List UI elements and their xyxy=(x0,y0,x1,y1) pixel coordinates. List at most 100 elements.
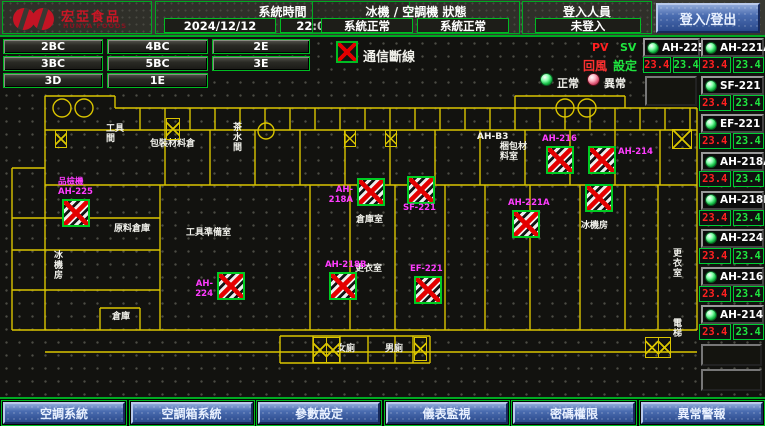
unit-value-pair-EF-221: 23.423.4 xyxy=(699,133,764,149)
device-label: AH-224 xyxy=(179,280,213,299)
device-label: AH-221A xyxy=(508,199,550,209)
chiller-status-field: 系統正常 xyxy=(321,18,413,33)
unit-button-AH-218A[interactable]: AH-218A xyxy=(701,152,764,171)
nav-button-參數設定[interactable]: 參數設定 xyxy=(258,402,380,424)
nav-button-異常警報[interactable]: 異常警報 xyxy=(641,402,763,424)
room-label: 原料倉庫 xyxy=(114,224,162,234)
room-label: 倉庫 xyxy=(112,312,134,322)
stair-icon xyxy=(344,130,356,147)
nav-button-儀表監視[interactable]: 儀表監視 xyxy=(386,402,508,424)
stair-x xyxy=(167,119,179,139)
unit-sv-value: 23.4 xyxy=(733,210,765,226)
unit-button-SF-221[interactable]: SF-221 xyxy=(701,76,764,95)
device-icon-AH-218B[interactable] xyxy=(329,272,357,300)
floor-button-5BC[interactable]: 5BC xyxy=(107,56,208,71)
unit-name: AH-224 xyxy=(720,232,763,244)
unit-pv-value: 23.4 xyxy=(699,95,731,111)
device-icon-AH-221A[interactable] xyxy=(512,210,540,238)
room-label: 工具準備室 xyxy=(186,228,246,238)
empty-slot xyxy=(701,344,762,366)
hmi-screen: 宏亞食品 HUNYA FOODS 系統時間 2024/12/12 22:09:5… xyxy=(0,0,765,426)
device-label: AH-218B xyxy=(325,261,366,271)
floor-button-1E[interactable]: 1E xyxy=(107,73,208,88)
sv-setting-label: 設定 xyxy=(613,57,637,74)
floor-button-3BC[interactable]: 3BC xyxy=(3,56,103,71)
device-icon-AH-216[interactable] xyxy=(546,146,574,174)
unit-value-pair-AH-225: 23.423.4 xyxy=(643,57,700,73)
floor-button-3E[interactable]: 3E xyxy=(212,56,310,71)
brand-logo: 宏亞食品 HUNYA FOODS xyxy=(2,1,152,34)
stair-icon xyxy=(313,337,340,363)
unit-button-AH-216[interactable]: AH-216 xyxy=(701,267,764,286)
bottom-nav: 空調系統空調箱系統參數設定儀表監視密碼權限異常警報 xyxy=(0,397,765,426)
stair-icon xyxy=(385,130,397,147)
unit-button-AH-221A[interactable]: AH-221A xyxy=(701,38,764,57)
stair-x xyxy=(658,338,671,357)
unit-value-pair-AH-218B: 23.423.4 xyxy=(699,210,764,226)
unit-name: AH-225 xyxy=(662,42,705,54)
device-icon-EF-221[interactable] xyxy=(414,276,442,304)
unit-status-led xyxy=(705,118,717,130)
floor-button-4BC[interactable]: 4BC xyxy=(107,39,208,54)
unit-name: SF-221 xyxy=(720,80,761,92)
unit-value-pair-AH-216: 23.423.4 xyxy=(699,286,764,302)
unit-sv-value: 23.4 xyxy=(733,248,765,264)
unit-status-led xyxy=(705,194,717,206)
unit-pv-value: 23.4 xyxy=(699,171,731,187)
stair-x xyxy=(386,131,396,146)
login-logout-button[interactable]: 登入/登出 xyxy=(656,3,760,33)
ahu-status-field: 系統正常 xyxy=(417,18,509,33)
device-icon-AH-218A[interactable] xyxy=(357,178,385,206)
nav-button-空調箱系統[interactable]: 空調箱系統 xyxy=(131,402,253,424)
room-label: 男廁 xyxy=(385,344,407,354)
unit-button-AH-225[interactable]: AH-225 xyxy=(643,38,700,57)
stair-icon xyxy=(55,130,67,148)
login-user-field: 未登入 xyxy=(535,18,641,33)
unit-name: AH-221A xyxy=(720,42,765,54)
pv-setting-label: 回風 xyxy=(583,57,607,74)
device-icon-AH-214[interactable] xyxy=(588,146,616,174)
nav-button-密碼權限[interactable]: 密碼權限 xyxy=(513,402,635,424)
unit-value-pair-AH-214: 23.423.4 xyxy=(699,324,764,340)
unit-name: AH-218B xyxy=(720,194,765,206)
unit-sv-value: 23.4 xyxy=(733,57,765,73)
unit-button-AH-218B[interactable]: AH-218B xyxy=(701,191,764,210)
header-bar: 宏亞食品 HUNYA FOODS 系統時間 2024/12/12 22:09:5… xyxy=(0,0,765,37)
unit-sv-value: 23.4 xyxy=(733,324,765,340)
device-icon-unnamed[interactable] xyxy=(585,184,613,212)
unit-status-led xyxy=(705,309,717,321)
brand-subtitle: HUNYA FOODS xyxy=(63,22,127,30)
nav-button-空調系統[interactable]: 空調系統 xyxy=(3,402,125,424)
device-icon-SF-221[interactable] xyxy=(407,176,435,204)
unit-name: AH-218A xyxy=(720,156,765,168)
stair-x xyxy=(646,338,658,357)
device-label: EF-221 xyxy=(410,265,443,275)
floor-button-2BC[interactable]: 2BC xyxy=(3,39,103,54)
unit-button-AH-214[interactable]: AH-214 xyxy=(701,305,764,324)
device-label: AH-218A xyxy=(319,186,353,205)
empty-slot xyxy=(701,369,762,391)
device-icon-AH-225[interactable] xyxy=(62,199,90,227)
floor-button-2E[interactable]: 2E xyxy=(212,39,310,54)
device-icon-AH-224[interactable] xyxy=(217,272,245,300)
unit-button-AH-224[interactable]: AH-224 xyxy=(701,229,764,248)
unit-sv-value: 23.4 xyxy=(733,95,765,111)
room-label: 電梯 xyxy=(671,318,681,338)
unit-pv-value: 23.4 xyxy=(699,210,731,226)
legend-abnormal-led xyxy=(587,73,600,86)
unit-value-pair-AH-218A: 23.423.4 xyxy=(699,171,764,187)
stair-icon xyxy=(414,337,427,361)
empty-slot xyxy=(645,76,697,106)
unit-status-led xyxy=(705,42,717,54)
floor-button-3D[interactable]: 3D xyxy=(3,73,103,88)
room-label: 冰機房 xyxy=(52,250,62,280)
stair-icon xyxy=(166,118,180,140)
legend-normal-led xyxy=(540,73,553,86)
unit-value-pair-AH-221A: 23.423.4 xyxy=(699,57,764,73)
comm-loss-icon xyxy=(336,41,358,63)
unit-status-led xyxy=(705,80,717,92)
unit-sv-value: 23.4 xyxy=(733,171,765,187)
unit-button-EF-221[interactable]: EF-221 xyxy=(701,114,764,133)
unit-sv-value: 23.4 xyxy=(673,57,701,73)
unit-sv-value: 23.4 xyxy=(733,286,765,302)
